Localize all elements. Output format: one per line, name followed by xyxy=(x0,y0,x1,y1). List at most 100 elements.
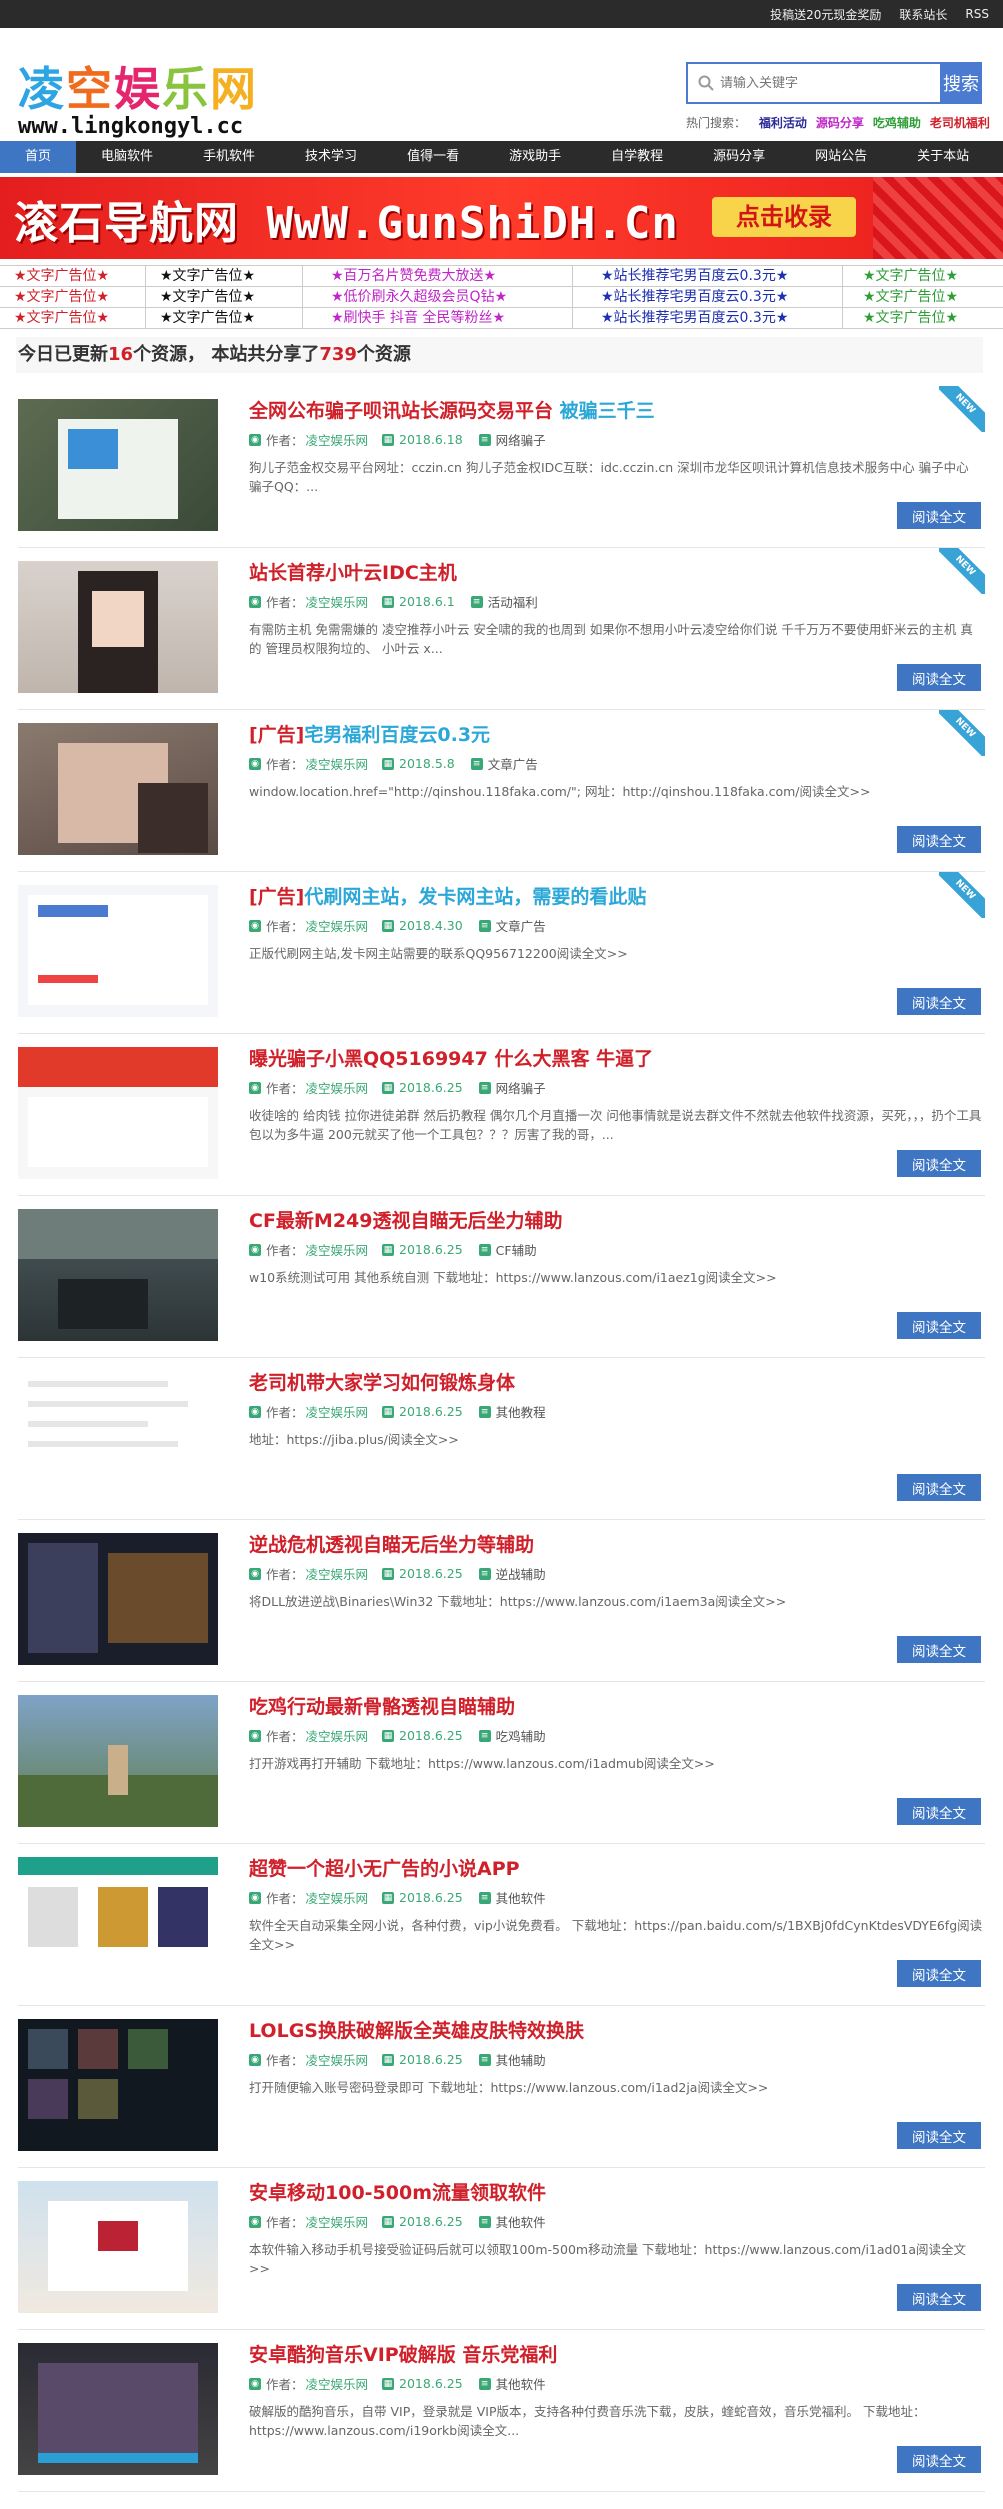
search-button[interactable]: 搜索 xyxy=(940,62,982,104)
post-thumbnail[interactable] xyxy=(18,1209,218,1341)
post-category[interactable]: 其他软件 xyxy=(496,2374,546,2393)
post-author[interactable]: 凌空娱乐网 xyxy=(306,916,369,935)
text-ad-link[interactable]: ★低价刷永久超级会员Q钻★ xyxy=(303,287,573,307)
hot-search-link[interactable]: 源码分享 xyxy=(816,116,864,130)
post-title[interactable]: 吃鸡行动最新骨骼透视自瞄辅助 xyxy=(249,1692,515,1719)
text-ad-link[interactable]: ★文字广告位★ xyxy=(0,266,146,286)
nav-item[interactable]: 自学教程 xyxy=(586,141,688,173)
topbar-link[interactable]: RSS xyxy=(965,7,989,21)
post-title[interactable]: CF最新M249透视自瞄无后坐力辅助 xyxy=(249,1206,563,1233)
post-category[interactable]: 网络骗子 xyxy=(496,430,546,449)
nav-item[interactable]: 源码分享 xyxy=(688,141,790,173)
post-title[interactable]: 逆战危机透视自瞄无后坐力等辅助 xyxy=(249,1530,534,1557)
nav-item[interactable]: 手机软件 xyxy=(178,141,280,173)
banner-ad[interactable]: 滚石导航网 WwW.GunShiDH.Cn 点击收录 xyxy=(0,177,1003,259)
post-author[interactable]: 凌空娱乐网 xyxy=(306,1726,369,1745)
text-ad-link[interactable]: ★文字广告位★ xyxy=(146,308,303,328)
read-more-button[interactable]: 阅读全文 xyxy=(897,1474,981,1501)
post-author[interactable]: 凌空娱乐网 xyxy=(306,2374,369,2393)
post-thumbnail[interactable] xyxy=(18,2181,218,2313)
post-author[interactable]: 凌空娱乐网 xyxy=(306,754,369,773)
post-thumbnail[interactable] xyxy=(18,1695,218,1827)
nav-item[interactable]: 值得一看 xyxy=(382,141,484,173)
read-more-button[interactable]: 阅读全文 xyxy=(897,1312,981,1339)
nav-item[interactable]: 关于本站 xyxy=(892,141,994,173)
post-author[interactable]: 凌空娱乐网 xyxy=(306,1564,369,1583)
read-more-button[interactable]: 阅读全文 xyxy=(897,826,981,853)
text-ad-link[interactable]: ★百万名片赞免费大放送★ xyxy=(303,266,573,286)
post-author[interactable]: 凌空娱乐网 xyxy=(306,592,369,611)
post-thumbnail[interactable] xyxy=(18,1533,218,1665)
read-more-button[interactable]: 阅读全文 xyxy=(897,1798,981,1825)
text-ad-link[interactable]: ★文字广告位★ xyxy=(843,308,1003,328)
text-ad-link[interactable]: ★文字广告位★ xyxy=(0,287,146,307)
text-ad-link[interactable]: ★站长推荐宅男百度云0.3元★ xyxy=(573,308,843,328)
text-ad-link[interactable]: ★文字广告位★ xyxy=(146,266,303,286)
nav-item[interactable]: 网站公告 xyxy=(790,141,892,173)
text-ad-link[interactable]: ★站长推荐宅男百度云0.3元★ xyxy=(573,287,843,307)
post-thumbnail[interactable] xyxy=(18,2343,218,2475)
text-ad-link[interactable]: ★文字广告位★ xyxy=(843,266,1003,286)
nav-item[interactable]: 技术学习 xyxy=(280,141,382,173)
post-title[interactable]: 老司机带大家学习如何锻炼身体 xyxy=(249,1368,515,1395)
text-ad-link[interactable]: ★站长推荐宅男百度云0.3元★ xyxy=(573,266,843,286)
read-more-button[interactable]: 阅读全文 xyxy=(897,1150,981,1177)
post-title[interactable]: 站长首荐小叶云IDC主机 xyxy=(249,558,457,585)
read-more-button[interactable]: 阅读全文 xyxy=(897,1636,981,1663)
post-author[interactable]: 凌空娱乐网 xyxy=(306,1078,369,1097)
post-title[interactable]: LOLGS换肤破解版全英雄皮肤特效换肤 xyxy=(249,2016,584,2043)
post-category[interactable]: 吃鸡辅助 xyxy=(496,1726,546,1745)
post-thumbnail[interactable] xyxy=(18,723,218,855)
post-title[interactable]: [广告]代刷网主站，发卡网主站，需要的看此贴 xyxy=(249,882,646,909)
post-thumbnail[interactable] xyxy=(18,885,218,1017)
read-more-button[interactable]: 阅读全文 xyxy=(897,1960,981,1987)
post-thumbnail[interactable] xyxy=(18,399,218,531)
post-thumbnail[interactable] xyxy=(18,1371,218,1503)
post-category[interactable]: 文章广告 xyxy=(496,916,546,935)
post-category[interactable]: 其他教程 xyxy=(496,1402,546,1421)
post-thumbnail[interactable] xyxy=(18,561,218,693)
read-more-button[interactable]: 阅读全文 xyxy=(897,988,981,1015)
post-thumbnail[interactable] xyxy=(18,2019,218,2151)
read-more-button[interactable]: 阅读全文 xyxy=(897,664,981,691)
search-input[interactable] xyxy=(720,75,940,91)
read-more-button[interactable]: 阅读全文 xyxy=(897,2284,981,2311)
post-category[interactable]: 逆战辅助 xyxy=(496,1564,546,1583)
post-author[interactable]: 凌空娱乐网 xyxy=(306,1402,369,1421)
text-ad-link[interactable]: ★刷快手 抖音 全民等粉丝★ xyxy=(303,308,573,328)
post-thumbnail[interactable] xyxy=(18,1047,218,1179)
post-category[interactable]: 活动福利 xyxy=(488,592,538,611)
post-author[interactable]: 凌空娱乐网 xyxy=(306,430,369,449)
post-category[interactable]: 其他软件 xyxy=(496,1888,546,1907)
post-author[interactable]: 凌空娱乐网 xyxy=(306,2212,369,2231)
post-category[interactable]: 网络骗子 xyxy=(496,1078,546,1097)
hot-search-link[interactable]: 吃鸡辅助 xyxy=(873,116,921,130)
nav-item[interactable]: 首页 xyxy=(0,141,77,173)
read-more-button[interactable]: 阅读全文 xyxy=(897,502,981,529)
post-author[interactable]: 凌空娱乐网 xyxy=(306,1240,369,1259)
post-category[interactable]: 其他辅助 xyxy=(496,2050,546,2069)
post-title[interactable]: 安卓移动100-500m流量领取软件 xyxy=(249,2178,546,2205)
post-title[interactable]: 安卓酷狗音乐VIP破解版 音乐党福利 xyxy=(249,2340,557,2367)
post-thumbnail[interactable] xyxy=(18,1857,218,1989)
site-logo[interactable]: 凌空娱乐网 www.lingkongyl.cc xyxy=(18,60,258,139)
post-category[interactable]: CF辅助 xyxy=(496,1240,537,1259)
post-category[interactable]: 其他软件 xyxy=(496,2212,546,2231)
banner-button[interactable]: 点击收录 xyxy=(712,197,856,237)
text-ad-link[interactable]: ★文字广告位★ xyxy=(146,287,303,307)
topbar-link[interactable]: 联系站长 xyxy=(899,6,947,23)
nav-item[interactable]: 电脑软件 xyxy=(76,141,178,173)
post-title[interactable]: 曝光骗子小黑QQ5169947 什么大黑客 牛逼了 xyxy=(249,1044,653,1071)
text-ad-link[interactable]: ★文字广告位★ xyxy=(0,308,146,328)
post-author[interactable]: 凌空娱乐网 xyxy=(306,2050,369,2069)
post-title[interactable]: 全网公布骗子呗讯站长源码交易平台 被骗三千三 xyxy=(249,396,655,423)
read-more-button[interactable]: 阅读全文 xyxy=(897,2446,981,2473)
post-title[interactable]: [广告]宅男福利百度云0.3元 xyxy=(249,720,490,747)
nav-item[interactable]: 游戏助手 xyxy=(484,141,586,173)
read-more-button[interactable]: 阅读全文 xyxy=(897,2122,981,2149)
text-ad-link[interactable]: ★文字广告位★ xyxy=(843,287,1003,307)
hot-search-link[interactable]: 老司机福利 xyxy=(930,116,990,130)
hot-search-link[interactable]: 福利活动 xyxy=(759,116,807,130)
post-author[interactable]: 凌空娱乐网 xyxy=(306,1888,369,1907)
post-category[interactable]: 文章广告 xyxy=(488,754,538,773)
